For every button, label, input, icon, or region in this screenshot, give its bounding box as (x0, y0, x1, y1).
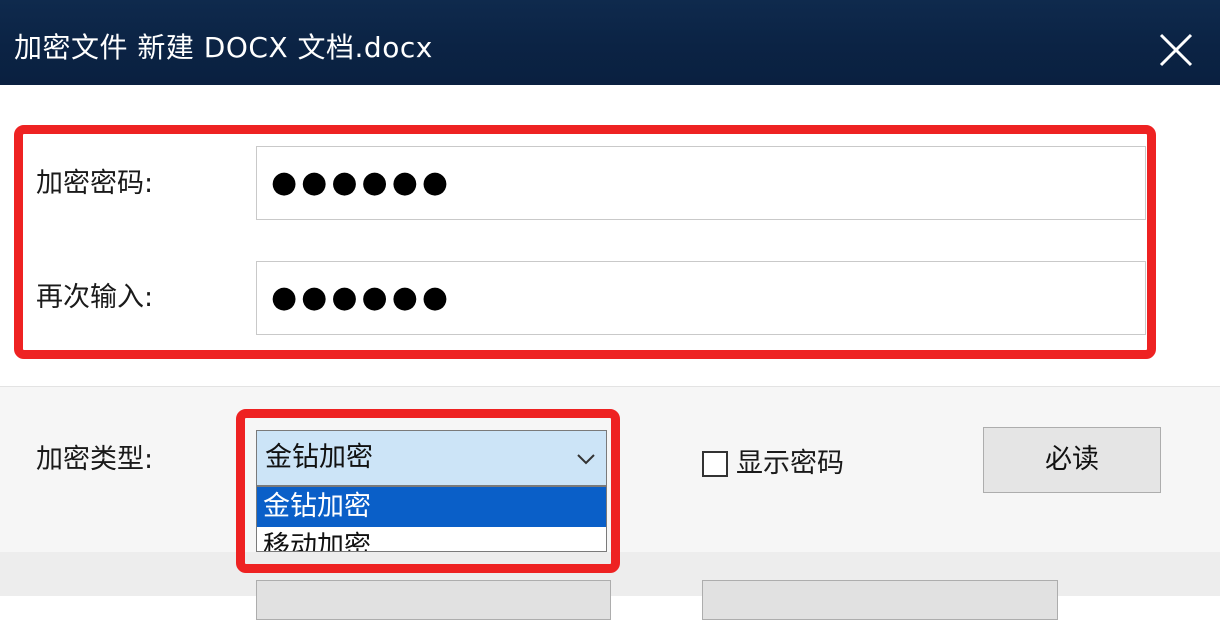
password-label: 加密密码: (36, 168, 154, 199)
password-section (0, 85, 1220, 387)
chevron-down-icon[interactable] (575, 451, 597, 467)
title-bar: 加密文件 新建 DOCX 文档.docx (0, 0, 1220, 85)
encrypt-type-dropdown: 金钻加密 移动加密 (256, 486, 607, 552)
dropdown-option-gold-diamond[interactable]: 金钻加密 (257, 487, 606, 527)
encrypt-type-label: 加密类型: (36, 444, 154, 475)
checkbox-box[interactable] (702, 451, 728, 477)
close-icon[interactable] (1152, 26, 1200, 74)
footer-button-left[interactable] (256, 580, 611, 620)
password-field[interactable]: ●●●●●● (256, 146, 1146, 220)
confirm-password-label: 再次输入: (36, 282, 154, 313)
window-title: 加密文件 新建 DOCX 文档.docx (14, 31, 433, 64)
dropdown-option-mobile[interactable]: 移动加密 (257, 527, 606, 551)
show-password-label: 显示密码 (736, 448, 844, 479)
must-read-button[interactable]: 必读 (983, 427, 1161, 493)
confirm-password-field[interactable]: ●●●●●● (256, 261, 1146, 335)
footer-button-right[interactable] (702, 580, 1058, 620)
encrypt-type-select[interactable]: 金钻加密 (256, 430, 607, 486)
encrypt-type-value: 金钻加密 (265, 442, 373, 473)
